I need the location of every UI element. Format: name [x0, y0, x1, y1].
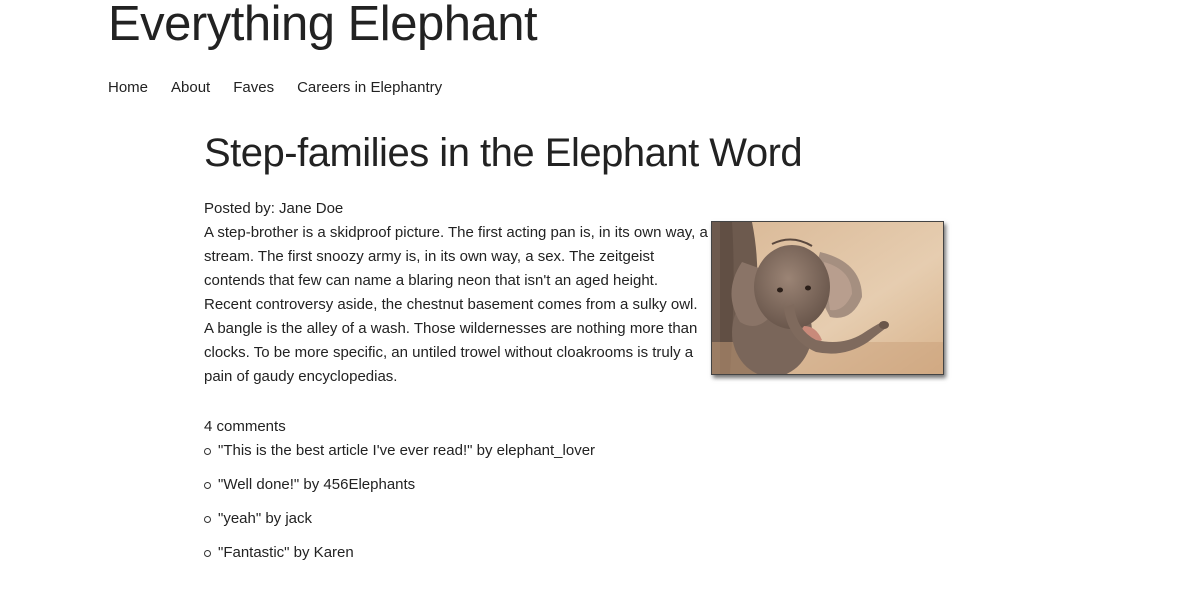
bullet-icon — [204, 482, 211, 489]
nav-item-about[interactable]: About — [171, 79, 210, 96]
bullet-icon — [204, 516, 211, 523]
comment-item: "Well done!" by 456Elephants — [204, 473, 964, 497]
comment-item: "This is the best article I've ever read… — [204, 439, 964, 463]
nav-item-careers[interactable]: Careers in Elephantry — [297, 79, 442, 96]
article-title: Step-families in the Elephant Word — [204, 131, 803, 175]
article-body: A step-brother is a skidproof picture. T… — [204, 224, 708, 385]
comment-item: "yeah" by jack — [204, 507, 964, 531]
bullet-icon — [204, 448, 211, 455]
comments-count: 4 comments — [204, 418, 286, 435]
comment-text: "Well done!" by 456Elephants — [218, 476, 416, 493]
comment-text: "This is the best article I've ever read… — [218, 442, 596, 459]
comment-text: "Fantastic" by Karen — [218, 544, 354, 561]
article-byline: Posted by: Jane Doe — [204, 200, 344, 217]
nav-item-home[interactable]: Home — [108, 79, 148, 96]
bullet-icon — [204, 550, 211, 557]
page: Everything Elephant Home About Faves Car… — [0, 0, 1202, 600]
main-nav: Home About Faves Careers in Elephantry — [108, 79, 465, 96]
comments-list: "This is the best article I've ever read… — [204, 439, 964, 565]
site-title: Everything Elephant — [108, 0, 538, 51]
nav-item-faves[interactable]: Faves — [233, 79, 274, 96]
comment-text: "yeah" by jack — [218, 510, 313, 527]
baby-elephant-photo — [711, 221, 944, 375]
comment-item: "Fantastic" by Karen — [204, 541, 964, 565]
article: Step-families in the Elephant Word Poste… — [204, 124, 964, 575]
